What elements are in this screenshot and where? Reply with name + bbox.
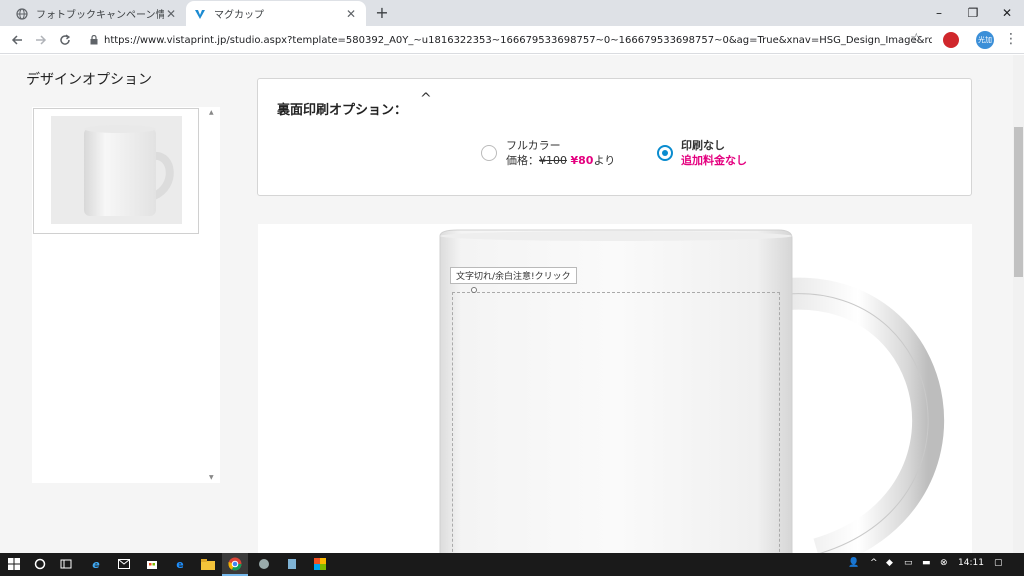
tab-close-icon[interactable]: ✕ — [164, 7, 178, 21]
scroll-up-icon[interactable]: ▲ — [209, 109, 214, 116]
volume-muted-icon[interactable]: ⊗ — [940, 558, 948, 568]
safe-area-warning-tooltip[interactable]: 文字切れ/余白注意!クリック — [450, 267, 577, 284]
mug-thumbnail-image — [51, 116, 182, 224]
lock-icon — [90, 35, 98, 45]
people-icon[interactable]: 👤 — [848, 558, 859, 568]
tab-title: マグカップ — [214, 10, 264, 21]
price-suffix: より — [593, 154, 616, 167]
collapse-caret-icon[interactable]: ^ — [420, 91, 432, 107]
globe-icon — [16, 7, 28, 20]
file-explorer-icon[interactable] — [200, 556, 216, 572]
product-thumbnail-panel: ▲ ▼ — [32, 107, 220, 483]
notes-icon[interactable] — [284, 556, 300, 572]
profile-avatar[interactable]: 光加 — [976, 31, 994, 49]
tooltip-anchor-dot — [471, 287, 477, 293]
network-icon[interactable]: ▭ — [904, 558, 913, 568]
extension-icon[interactable] — [943, 32, 959, 48]
bookmark-star-icon[interactable]: ☆ — [910, 31, 923, 47]
cortana-search-icon[interactable] — [32, 556, 48, 572]
radio-full-color[interactable] — [481, 145, 497, 161]
back-arrow-icon[interactable] — [6, 30, 28, 50]
design-canvas[interactable]: 文字切れ/余白注意!クリック — [258, 224, 972, 553]
internet-explorer-icon[interactable]: e — [88, 556, 104, 572]
tab-close-icon[interactable]: ✕ — [344, 7, 358, 21]
browser-tab-active[interactable]: マグカップ ✕ — [186, 1, 366, 26]
windows-taskbar: e e 👤 ^ ◆ ▭ ▬ ⊗ 14:11 ▢ — [0, 553, 1024, 576]
back-print-options-panel: 裏面印刷オプション： ^ フルカラー 価格：¥100 ¥80より 印刷なし 追加… — [257, 78, 972, 196]
task-view-icon[interactable] — [58, 556, 74, 572]
photo-app-icon[interactable] — [312, 556, 328, 572]
sidebar-title: デザインオプション — [26, 72, 152, 88]
no-print-label: 印刷なし — [681, 139, 725, 152]
browser-tab[interactable]: フォトブックキャンペーン情報！GW明 ✕ — [8, 1, 186, 26]
old-price: ¥100 — [539, 154, 567, 167]
window-close-button[interactable]: ✕ — [990, 0, 1024, 26]
forward-arrow-icon[interactable] — [30, 30, 52, 50]
thumbnail-scrollbar[interactable]: ▲ ▼ — [208, 107, 218, 483]
full-color-label: フルカラー — [506, 139, 561, 152]
restore-button[interactable]: ❐ — [956, 0, 990, 26]
full-color-price: 価格：¥100 ¥80より — [506, 152, 615, 168]
browser-tab-bar: フォトブックキャンペーン情報！GW明 ✕ マグカップ ✕ + – ❐ ✕ — [0, 0, 1024, 26]
back-print-options-title: 裏面印刷オプション： — [277, 103, 408, 118]
windows-start-icon[interactable] — [6, 556, 22, 572]
minimize-button[interactable]: – — [922, 0, 956, 26]
chrome-icon[interactable] — [227, 556, 243, 572]
browser-toolbar: https://www.vistaprint.jp/studio.aspx?te… — [0, 26, 1024, 54]
mail-icon[interactable] — [116, 556, 132, 572]
new-tab-button[interactable]: + — [372, 3, 392, 22]
battery-icon[interactable]: ▬ — [922, 558, 931, 568]
scroll-down-icon[interactable]: ▼ — [209, 474, 214, 481]
page-scrollbar[interactable] — [1013, 55, 1024, 553]
new-price: ¥80 — [570, 154, 594, 167]
tray-expand-icon[interactable]: ^ — [870, 558, 878, 568]
app-icon[interactable] — [256, 556, 272, 572]
edge-icon[interactable]: e — [172, 556, 188, 572]
page-scrollbar-thumb[interactable] — [1014, 127, 1023, 277]
dropbox-icon[interactable]: ◆ — [886, 558, 893, 568]
taskbar-clock[interactable]: 14:11 — [958, 558, 984, 568]
product-thumbnail-card[interactable] — [33, 108, 199, 234]
reload-icon[interactable] — [54, 30, 76, 50]
no-extra-charge-note: 追加料金なし — [681, 154, 747, 167]
vistaprint-logo-icon — [194, 8, 206, 20]
notification-center-icon[interactable]: ▢ — [994, 558, 1003, 568]
browser-menu-icon[interactable]: ⋮ — [1004, 31, 1018, 47]
url-text: https://www.vistaprint.jp/studio.aspx?te… — [104, 34, 932, 46]
price-prefix: 価格： — [506, 154, 539, 167]
tab-title: フォトブックキャンペーン情報！GW明 — [36, 10, 164, 21]
store-icon[interactable] — [144, 556, 160, 572]
address-bar[interactable]: https://www.vistaprint.jp/studio.aspx?te… — [82, 29, 932, 51]
print-safe-area[interactable] — [452, 292, 780, 553]
radio-no-print[interactable] — [657, 145, 673, 161]
page-content: デザインオプション ▲ ▼ 裏面印刷オプション： ^ フルカラー 価格：¥100… — [0, 55, 1024, 553]
